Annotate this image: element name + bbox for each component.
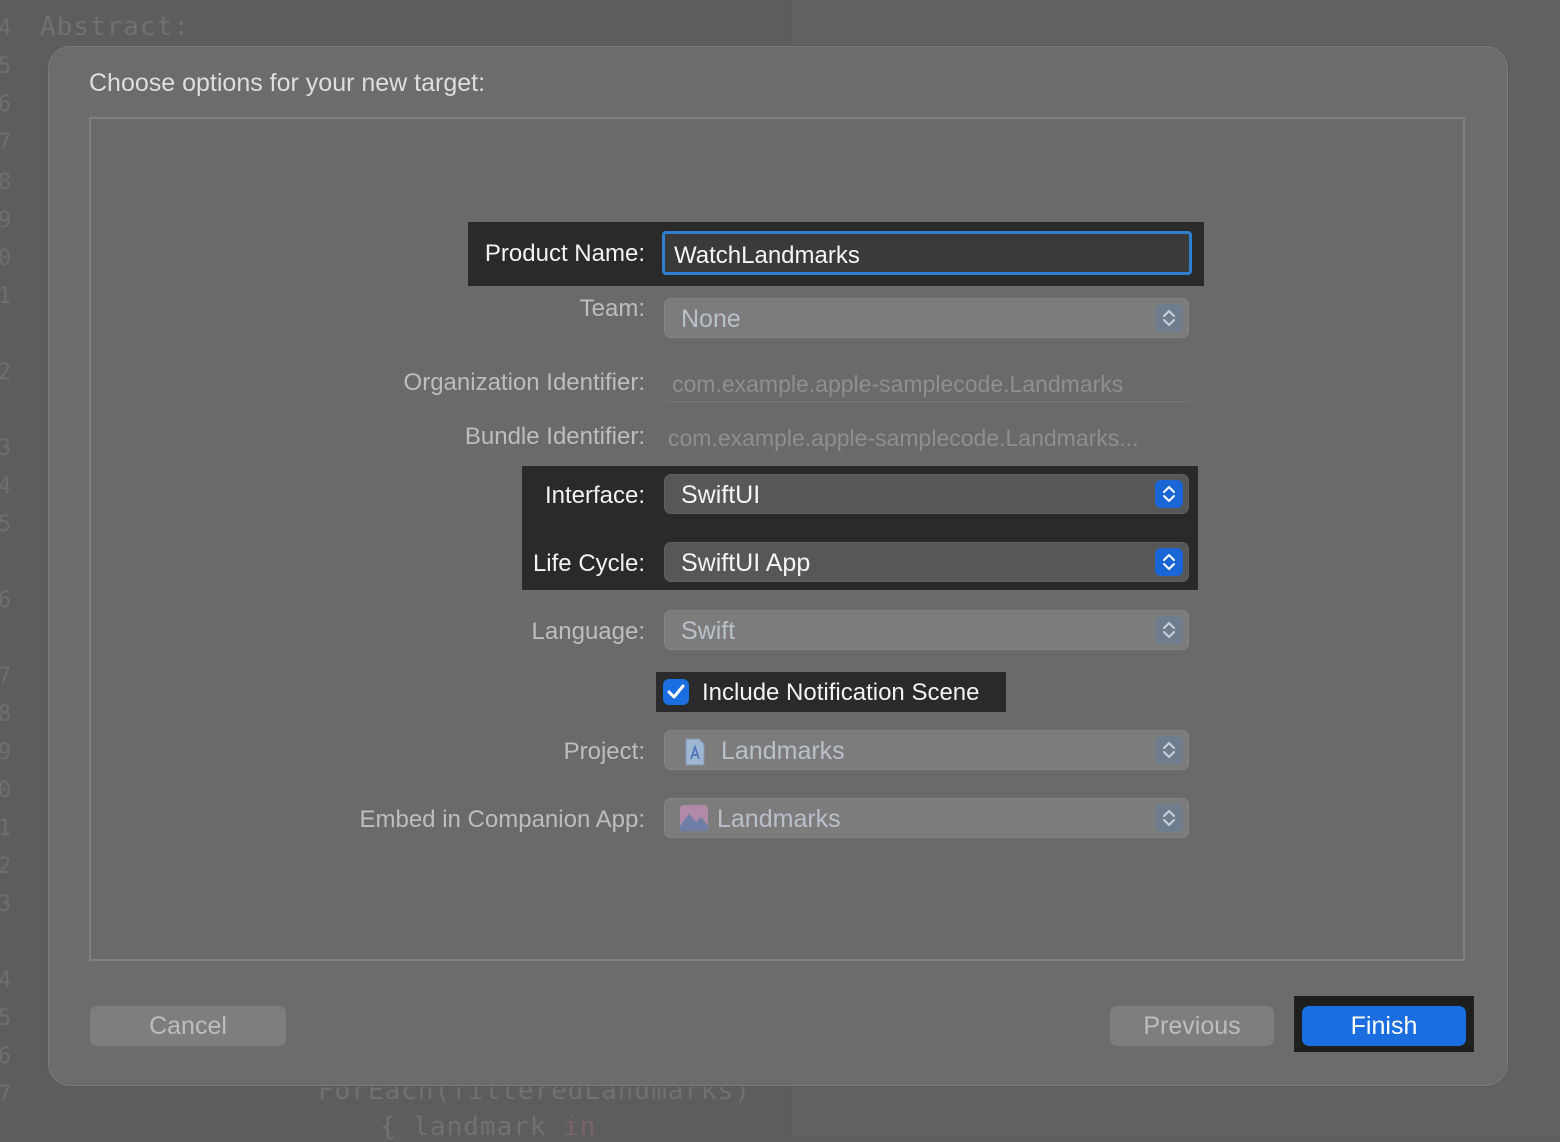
include-notification-scene-row[interactable]: Include Notification Scene	[656, 672, 1006, 712]
chevron-up-down-icon	[1155, 480, 1183, 508]
organization-identifier-field[interactable]: com.example.apple-samplecode.Landmarks	[666, 362, 1188, 402]
line-number: 4	[0, 474, 12, 499]
chevron-up-down-icon	[1155, 616, 1183, 644]
line-number: 4	[0, 968, 12, 993]
line-number: 7	[0, 664, 12, 689]
line-number: 9	[0, 740, 12, 765]
line-number: 9	[0, 208, 12, 233]
include-notification-scene-label: Include Notification Scene	[702, 679, 980, 706]
code-text: { landmark	[380, 1112, 564, 1142]
chevron-up-down-icon	[1155, 548, 1183, 576]
language-value: Swift	[681, 617, 736, 645]
embed-companion-app-label: Embed in Companion App:	[359, 806, 645, 833]
xcode-project-icon	[683, 738, 709, 766]
line-number: 2	[0, 360, 12, 385]
life-cycle-popup[interactable]: SwiftUI App	[664, 542, 1189, 582]
line-number: 6	[0, 588, 12, 613]
embed-companion-app-popup[interactable]: Landmarks	[664, 798, 1189, 838]
app-icon	[679, 804, 708, 831]
project-value: Landmarks	[721, 737, 845, 765]
line-number: 8	[0, 170, 12, 195]
code-keyword: in	[563, 1112, 597, 1142]
team-label: Team:	[579, 295, 645, 322]
line-number: 1	[0, 816, 12, 841]
line-number: 7	[0, 1082, 12, 1107]
chevron-up-down-icon	[1155, 736, 1183, 764]
line-number: 4	[0, 16, 12, 41]
product-name-field[interactable]: WatchLandmarks	[662, 231, 1192, 275]
organization-identifier-label: Organization Identifier:	[403, 369, 645, 396]
bundle-identifier-label: Bundle Identifier:	[464, 423, 645, 450]
line-number: 6	[0, 1044, 12, 1069]
include-notification-scene-checkbox[interactable]	[663, 679, 689, 705]
embed-companion-app-value: Landmarks	[717, 805, 841, 833]
interface-popup[interactable]: SwiftUI	[664, 474, 1189, 514]
line-number: 2	[0, 854, 12, 879]
language-popup[interactable]: Swift	[664, 610, 1189, 650]
interface-value: SwiftUI	[681, 481, 761, 509]
life-cycle-label: Life Cycle:	[532, 550, 645, 577]
code-line-abstract: Abstract:	[40, 12, 190, 42]
project-label: Project:	[563, 738, 645, 765]
chevron-up-down-icon	[1155, 804, 1183, 832]
life-cycle-value: SwiftUI App	[681, 549, 811, 577]
bundle-identifier-value: com.example.apple-samplecode.Landmarks..…	[668, 425, 1139, 451]
project-popup[interactable]: Landmarks	[664, 730, 1189, 770]
line-number: 6	[0, 92, 12, 117]
line-number: 0	[0, 778, 12, 803]
line-number: 8	[0, 702, 12, 727]
team-popup[interactable]: None	[664, 298, 1189, 338]
interface-label: Interface:	[544, 482, 645, 509]
sheet-title: Choose options for your new target:	[89, 69, 486, 97]
line-number: 5	[0, 54, 12, 79]
line-number: 3	[0, 436, 12, 461]
previous-button[interactable]: Previous	[1110, 1006, 1274, 1046]
line-number: 5	[0, 512, 12, 537]
line-number: 5	[0, 1006, 12, 1031]
code-line-closure: { landmark in	[380, 1112, 597, 1142]
product-name-label: Product Name:	[484, 240, 645, 267]
cancel-button[interactable]: Cancel	[90, 1006, 286, 1046]
checkmark-icon	[667, 684, 685, 699]
line-number: 1	[0, 284, 12, 309]
team-value: None	[681, 305, 741, 333]
chevron-up-down-icon	[1155, 304, 1183, 332]
language-label: Language:	[531, 618, 645, 645]
line-number: 0	[0, 246, 12, 271]
finish-button[interactable]: Finish	[1302, 1006, 1466, 1046]
line-number: 3	[0, 892, 12, 917]
line-number: 7	[0, 130, 12, 155]
